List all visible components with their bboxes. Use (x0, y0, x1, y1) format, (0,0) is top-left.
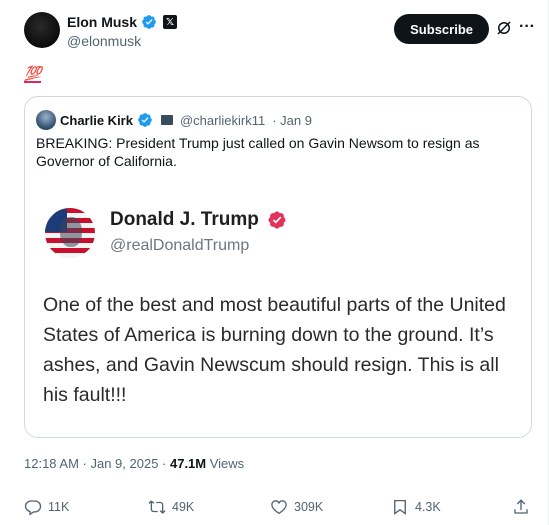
views-count: 47.1M (169, 456, 207, 471)
views-label: Views (206, 456, 245, 471)
bookmark-count: 4.3K (415, 500, 441, 514)
post-header: Elon Musk 𝕏 @elonmusk Subscribe ··· (24, 12, 535, 52)
verified-badge-icon (138, 113, 152, 127)
quote-date: · Jan 9 (272, 112, 312, 128)
truth-verified-icon (268, 211, 286, 229)
quote-avatar (36, 110, 56, 130)
quote-author-handle: @charliekirk11 (179, 112, 266, 128)
repost-button[interactable]: 49K (148, 498, 194, 516)
quote-text: BREAKING: President Trump just called on… (36, 135, 480, 169)
bookmark-button[interactable]: 4.3K (391, 498, 441, 516)
reply-button[interactable]: 11K (24, 498, 69, 516)
quote-media-image[interactable]: Donald J. Trump @realDonaldTrump One of … (25, 187, 531, 437)
share-icon (514, 499, 528, 514)
bookmark-icon (394, 499, 406, 515)
like-count: 309K (294, 500, 324, 514)
truth-author-name: Donald J. Trump (110, 209, 259, 230)
truth-author-handle: @realDonaldTrump (110, 237, 250, 254)
quote-author-name: Charlie Kirk (60, 112, 133, 128)
quoted-post[interactable]: Charlie Kirk @charliekirk11 · Jan 9 BREA… (24, 96, 532, 438)
subscribe-button[interactable]: Subscribe (394, 14, 489, 44)
share-button[interactable] (512, 498, 530, 516)
heart-icon (271, 500, 287, 515)
author-name[interactable]: Elon Musk (67, 14, 137, 30)
author-name-row: Elon Musk 𝕏 (67, 14, 178, 30)
affiliate-flag-icon (160, 115, 173, 125)
post-meta: 12:18 AM · Jan 9, 2025 · 47.1M Views (24, 456, 244, 471)
verified-badge-icon[interactable] (141, 14, 157, 30)
quote-header: Charlie Kirk @charliekirk11 · Jan 9 (36, 110, 312, 130)
post-text: 💯 (24, 65, 42, 83)
more-options-icon[interactable]: ··· (519, 18, 535, 36)
grok-icon[interactable] (495, 19, 513, 37)
truth-avatar (45, 208, 95, 258)
author-handle[interactable]: @elonmusk (67, 33, 141, 49)
reply-count: 11K (48, 500, 70, 514)
repost-icon (148, 500, 166, 514)
reply-icon (24, 500, 42, 516)
like-button[interactable]: 309K (270, 498, 323, 516)
repost-count: 49K (172, 500, 195, 514)
x-affiliation-icon[interactable]: 𝕏 (163, 15, 178, 29)
avatar[interactable] (24, 12, 60, 48)
action-bar: 11K 49K 309K 4.3K (24, 498, 532, 520)
truth-post-text: One of the best and most beautiful parts… (43, 294, 506, 406)
truth-name-row: Donald J. Trump (110, 209, 287, 231)
post-timestamp[interactable]: 12:18 AM · Jan 9, 2025 · (24, 456, 170, 471)
